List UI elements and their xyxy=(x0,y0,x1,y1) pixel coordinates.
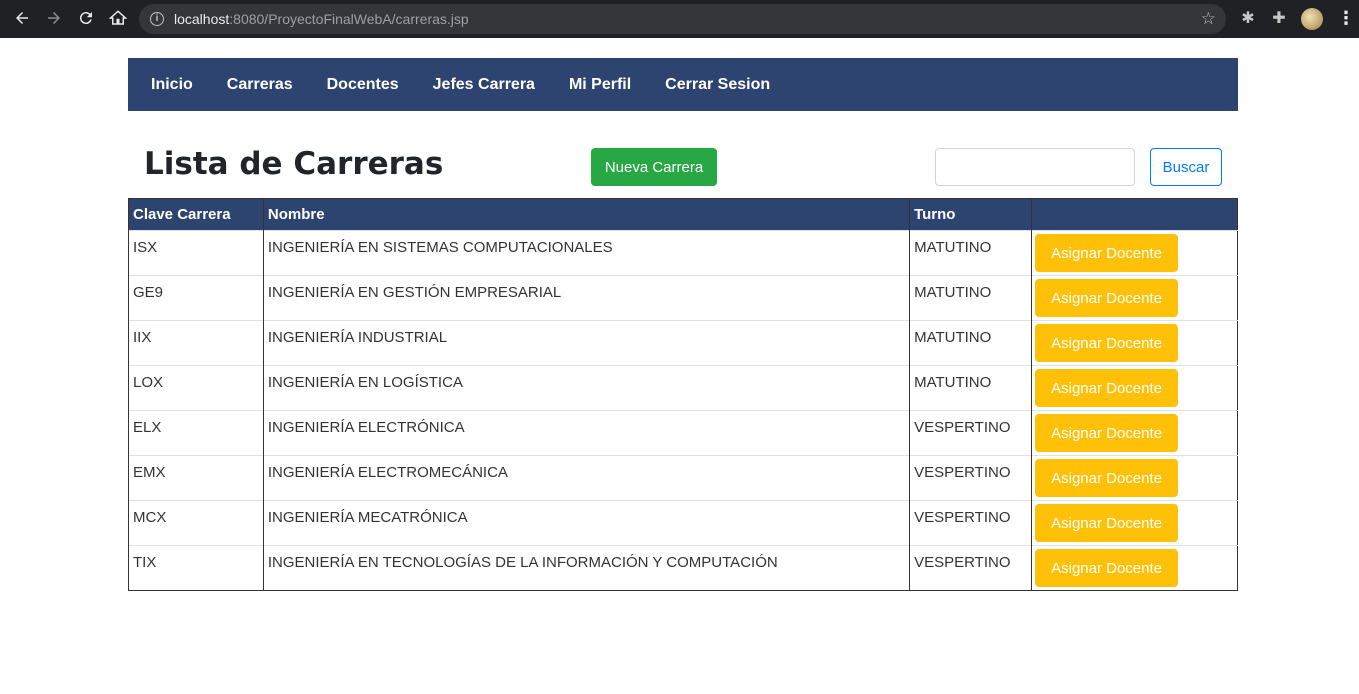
table-header-row: Clave Carrera Nombre Turno xyxy=(128,198,1238,231)
browser-toolbar: i localhost:8080/ProyectoFinalWebA/carre… xyxy=(0,0,1359,38)
table-row: LOX INGENIERÍA EN LOGÍSTICA MATUTINO Asigna… xyxy=(128,365,1238,411)
table-row: ELX INGENIERÍA ELECTRÓNICA VESPERTINO Asign… xyxy=(128,410,1238,456)
cell-nombre: INGENIERÍA ELECTROMECÁNICA xyxy=(262,455,910,501)
home-icon[interactable] xyxy=(108,9,128,29)
table-row: IIX INGENIERÍA INDUSTRIAL MATUTINO Asignar … xyxy=(128,320,1238,366)
nav-item-jefes-carrera[interactable]: Jefes Carrera xyxy=(416,76,552,94)
cell-turno: VESPERTINO xyxy=(909,500,1032,546)
cell-actions: Asignar Docente xyxy=(1031,410,1238,456)
cell-nombre: INGENIERÍA ELECTRÓNICA xyxy=(262,410,910,456)
cell-actions: Asignar Docente xyxy=(1031,230,1238,276)
cell-clave: GE9 xyxy=(128,275,264,321)
column-header-actions xyxy=(1031,198,1238,231)
cell-nombre: INGENIERÍA EN GESTIÓN EMPRESARIAL xyxy=(262,275,910,321)
assign-docente-button[interactable]: Asignar Docente xyxy=(1035,549,1179,587)
cell-turno: VESPERTINO xyxy=(909,410,1032,456)
column-header-nombre: Nombre xyxy=(262,198,910,231)
cell-actions: Asignar Docente xyxy=(1031,365,1238,411)
cell-clave: ISX xyxy=(128,230,264,276)
cell-actions: Asignar Docente xyxy=(1031,545,1238,591)
assign-docente-button[interactable]: Asignar Docente xyxy=(1035,234,1179,272)
url-text[interactable]: localhost:8080/ProyectoFinalWebA/carrera… xyxy=(174,11,469,27)
cell-turno: MATUTINO xyxy=(909,320,1032,366)
nav-item-inicio[interactable]: Inicio xyxy=(134,76,210,94)
assign-docente-button[interactable]: Asignar Docente xyxy=(1035,459,1179,497)
forward-arrow-icon[interactable] xyxy=(44,9,64,29)
cell-clave: MCX xyxy=(128,500,264,546)
cell-actions: Asignar Docente xyxy=(1031,455,1238,501)
table-row: GE9 INGENIERÍA EN GESTIÓN EMPRESARIAL MATU… xyxy=(128,275,1238,321)
page-title: Lista de Carreras xyxy=(144,146,444,182)
nav-item-docentes[interactable]: Docentes xyxy=(310,76,416,94)
bookmark-star-icon[interactable]: ☆ xyxy=(1201,9,1216,29)
search-button[interactable]: Buscar xyxy=(1150,148,1222,186)
cell-actions: Asignar Docente xyxy=(1031,275,1238,321)
cell-nombre: INGENIERÍA EN LOGÍSTICA xyxy=(262,365,910,411)
cell-clave: LOX xyxy=(128,365,264,411)
cell-nombre: INGENIERÍA EN TECNOLOGÍAS DE LA INFORMAC… xyxy=(262,545,910,591)
cell-nombre: INGENIERÍA EN SISTEMAS COMPUTACIONALES xyxy=(262,230,910,276)
extensions-puzzle-icon[interactable]: ✚ xyxy=(1269,9,1289,29)
profile-avatar[interactable] xyxy=(1301,8,1323,30)
cell-turno: MATUTINO xyxy=(909,275,1032,321)
cell-actions: Asignar Docente xyxy=(1031,320,1238,366)
cell-clave: IIX xyxy=(128,320,264,366)
cell-clave: EMX xyxy=(128,455,264,501)
nav-item-cerrar-sesion[interactable]: Cerrar Sesion xyxy=(648,76,787,94)
table-row: TIX INGENIERÍA EN TECNOLOGÍAS DE LA INFOR… xyxy=(128,545,1238,591)
table-row: MCX INGENIERÍA MECATRÓNICA VESPERTINO Asign… xyxy=(128,500,1238,546)
cell-actions: Asignar Docente xyxy=(1031,500,1238,546)
nav-item-mi-perfil[interactable]: Mi Perfil xyxy=(552,76,648,94)
assign-docente-button[interactable]: Asignar Docente xyxy=(1035,324,1179,362)
address-bar[interactable]: i localhost:8080/ProyectoFinalWebA/carre… xyxy=(139,4,1226,34)
cell-clave: ELX xyxy=(128,410,264,456)
cell-nombre: INGENIERÍA INDUSTRIAL xyxy=(262,320,910,366)
assign-docente-button[interactable]: Asignar Docente xyxy=(1035,504,1179,542)
reload-icon[interactable] xyxy=(76,9,96,29)
assign-docente-button[interactable]: Asignar Docente xyxy=(1035,414,1179,452)
assign-docente-button[interactable]: Asignar Docente xyxy=(1035,279,1179,317)
assign-docente-button[interactable]: Asignar Docente xyxy=(1035,369,1179,407)
search-input[interactable] xyxy=(935,148,1135,186)
browser-menu-icon[interactable]: ⋮ xyxy=(1337,8,1355,28)
cell-turno: MATUTINO xyxy=(909,230,1032,276)
cell-nombre: INGENIERÍA MECATRÓNICA xyxy=(262,500,910,546)
cell-clave: TIX xyxy=(128,545,264,591)
new-carrera-button[interactable]: Nueva Carrera xyxy=(591,148,717,186)
cell-turno: VESPERTINO xyxy=(909,545,1032,591)
extension-bug-icon[interactable]: ✱ xyxy=(1238,9,1258,29)
nav-item-carreras[interactable]: Carreras xyxy=(210,76,310,94)
info-icon[interactable]: i xyxy=(150,12,164,26)
main-navbar: Inicio Carreras Docentes Jefes Carrera M… xyxy=(128,58,1238,111)
cell-turno: MATUTINO xyxy=(909,365,1032,411)
carreras-table: Clave Carrera Nombre Turno ISX INGENIERÍA… xyxy=(128,198,1238,591)
column-header-clave: Clave Carrera xyxy=(128,198,264,231)
back-arrow-icon[interactable] xyxy=(12,9,32,29)
table-row: ISX INGENIERÍA EN SISTEMAS COMPUTACIONALE… xyxy=(128,230,1238,276)
column-header-turno: Turno xyxy=(909,198,1032,231)
cell-turno: VESPERTINO xyxy=(909,455,1032,501)
table-row: EMX INGENIERÍA ELECTROMECÁNICA VESPERTINO A… xyxy=(128,455,1238,501)
